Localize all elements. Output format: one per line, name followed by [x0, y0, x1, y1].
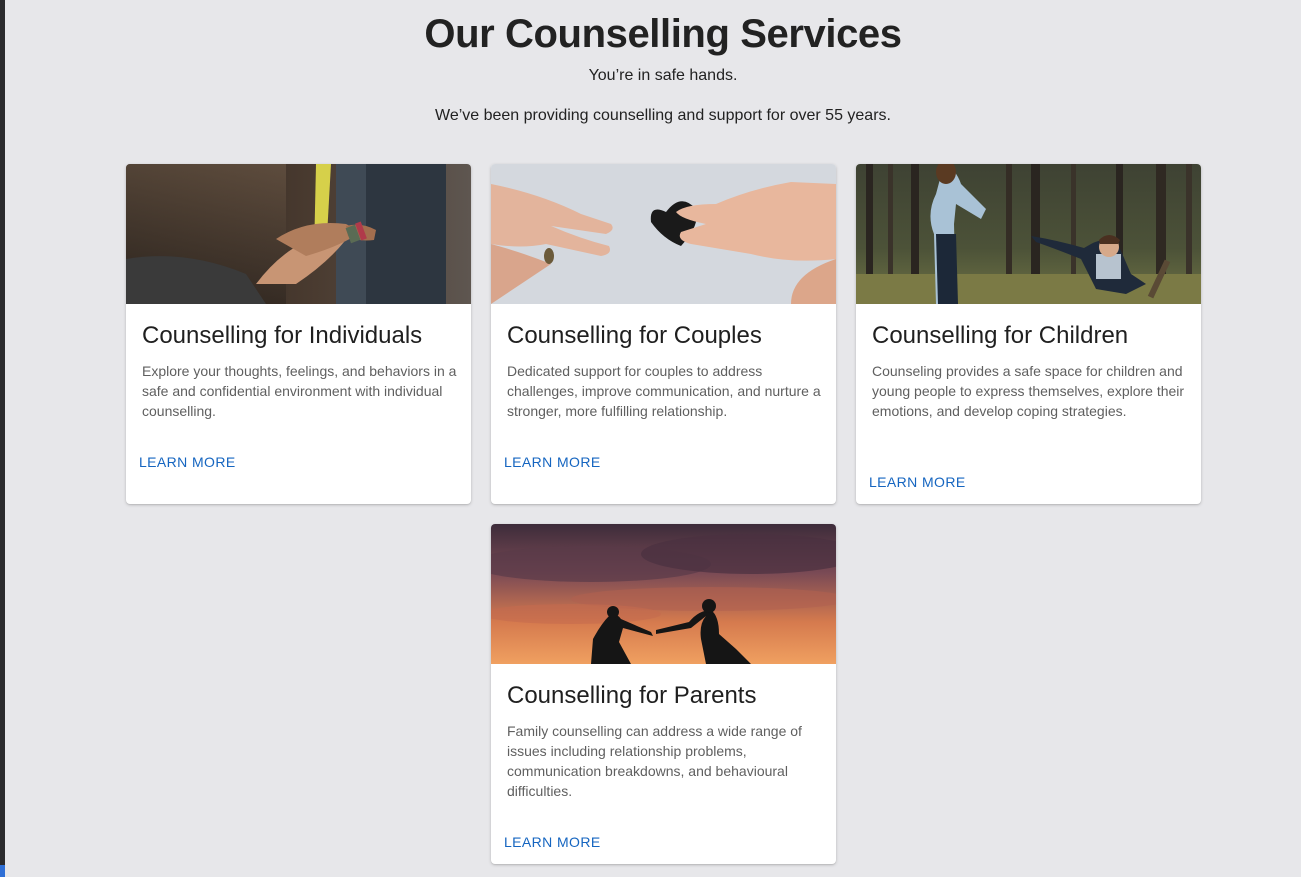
learn-more-button[interactable]: LEARN MORE [864, 468, 971, 496]
parent-child-forest-photo [856, 164, 1201, 304]
card-description: Explore your thoughts, feelings, and beh… [142, 363, 457, 419]
page-subtitle: You’re in safe hands. [588, 67, 738, 84]
service-card-children[interactable]: Counselling for Children Counseling prov… [856, 164, 1201, 504]
card-description: Family counselling can address a wide ra… [507, 723, 802, 799]
service-card-individuals[interactable]: Counselling for Individuals Explore your… [126, 164, 471, 504]
hands-touching-photo [126, 164, 471, 304]
service-card-couples[interactable]: Counselling for Couples Dedicated suppor… [491, 164, 836, 504]
service-card-parents[interactable]: Counselling for Parents Family counselli… [491, 524, 836, 864]
card-title: Counselling for Individuals [142, 322, 423, 349]
card-description: Counseling provides a safe space for chi… [872, 363, 1185, 419]
learn-more-button[interactable]: LEARN MORE [134, 448, 241, 476]
learn-more-button[interactable]: LEARN MORE [499, 828, 606, 856]
learn-more-button[interactable]: LEARN MORE [499, 448, 606, 476]
page: Our Counselling Services You’re in safe … [5, 0, 1301, 877]
card-description: Dedicated support for couples to address… [507, 363, 821, 419]
page-tagline: We’ve been providing counselling and sup… [435, 107, 891, 124]
page-title: Our Counselling Services [424, 12, 902, 56]
hands-paper-heart-photo [491, 164, 836, 304]
card-title: Counselling for Children [872, 322, 1129, 349]
card-title: Counselling for Couples [507, 322, 762, 349]
sunset-silhouette-photo [491, 524, 836, 664]
card-title: Counselling for Parents [507, 682, 757, 709]
